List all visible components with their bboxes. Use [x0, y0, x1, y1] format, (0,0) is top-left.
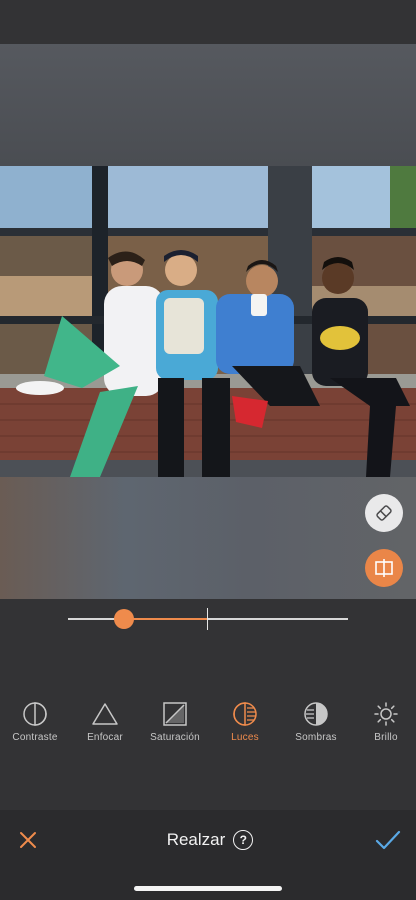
tool-enfocar[interactable]: Enfocar: [65, 700, 145, 743]
slider-track[interactable]: [68, 618, 348, 620]
intensity-slider[interactable]: [0, 599, 416, 659]
tool-label: Brillo: [374, 732, 398, 743]
home-indicator: [134, 886, 282, 891]
slider-thumb[interactable]: [114, 609, 134, 629]
blurred-background-top: [0, 44, 416, 166]
editor-title-group: Realzar ?: [150, 826, 270, 854]
shadows-icon: [302, 700, 330, 728]
tool-label: Luces: [231, 732, 259, 743]
adjustment-toolbar: Contraste Enfocar Saturación Luces Sombr…: [0, 700, 416, 760]
help-icon[interactable]: ?: [233, 830, 254, 850]
compare-button[interactable]: [365, 549, 403, 587]
bottom-action-bar: Realzar ?: [0, 810, 416, 900]
confirm-button[interactable]: [372, 826, 404, 854]
tool-contraste[interactable]: Contraste: [0, 700, 75, 743]
sun-icon: [372, 700, 400, 728]
highlights-icon: [231, 700, 259, 728]
tool-label: Saturación: [150, 732, 200, 743]
tool-saturacion[interactable]: Saturación: [135, 700, 215, 743]
slider-fill: [124, 618, 208, 620]
close-icon: [20, 832, 36, 848]
tool-sombras[interactable]: Sombras: [276, 700, 356, 743]
tool-label: Enfocar: [87, 732, 123, 743]
tool-brillo[interactable]: Brillo: [346, 700, 416, 743]
editor-title: Realzar: [166, 830, 226, 849]
photo-canvas[interactable]: [0, 44, 416, 599]
checkmark-icon: [375, 830, 401, 850]
tool-luces[interactable]: Luces: [205, 700, 285, 743]
tool-label: Sombras: [295, 732, 337, 743]
saturation-icon: [161, 700, 189, 728]
slider-center-mark: [207, 608, 208, 630]
edited-photo[interactable]: [0, 166, 416, 477]
status-bar: [0, 0, 416, 44]
eraser-button[interactable]: [365, 494, 403, 532]
blurred-background-bottom: [0, 477, 416, 599]
compare-icon: [375, 559, 393, 577]
contrast-icon: [21, 700, 49, 728]
cancel-button[interactable]: [14, 826, 42, 854]
tool-label: Contraste: [12, 732, 58, 743]
triangle-icon: [91, 700, 119, 728]
eraser-icon: [376, 505, 392, 521]
